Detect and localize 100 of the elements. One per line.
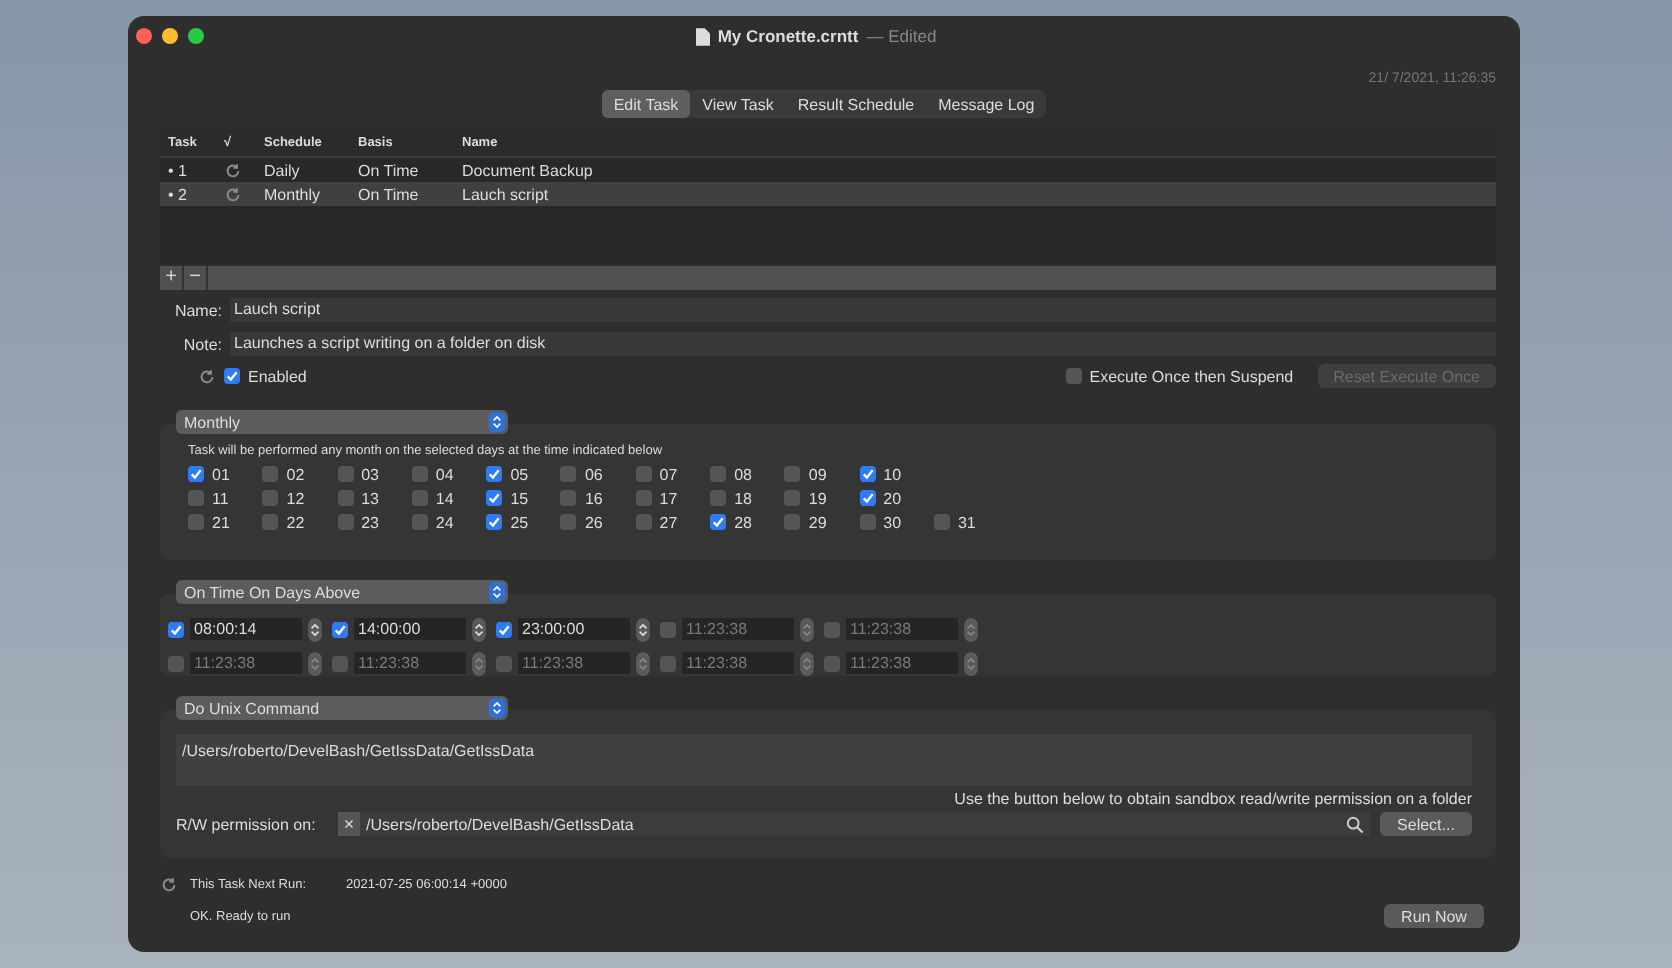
day-label: 29: [808, 513, 827, 531]
checkbox[interactable]: [784, 490, 801, 506]
day-label: 24: [435, 513, 454, 531]
table-row[interactable]: • 2 Monthly On Time Lauch script: [160, 182, 1496, 206]
tab[interactable]: Edit Task: [601, 90, 691, 118]
checkbox[interactable]: [784, 514, 801, 530]
day-label: 31: [957, 513, 976, 531]
checkbox[interactable]: [188, 514, 204, 530]
command-field[interactable]: /Users/roberto/DevelBash/GetIssData/GetIssData: [176, 734, 1472, 786]
time-field[interactable]: 11:23:38: [518, 652, 630, 674]
close-button[interactable]: [136, 28, 152, 44]
tab[interactable]: View Task: [690, 90, 786, 118]
checkbox[interactable]: [411, 514, 428, 530]
checkbox[interactable]: [224, 368, 240, 384]
checkbox[interactable]: [1065, 368, 1082, 384]
day-label: 10: [883, 465, 902, 483]
checkbox[interactable]: [332, 655, 348, 671]
stepper-icon[interactable]: [636, 617, 650, 641]
stepper-icon[interactable]: [308, 617, 322, 641]
table-cell-text: On Time: [358, 161, 421, 179]
checkbox[interactable]: [411, 466, 428, 482]
time-field[interactable]: 11:23:38: [846, 618, 958, 640]
refresh-icon: [224, 185, 242, 203]
list-edit-button[interactable]: +: [160, 266, 184, 290]
tab[interactable]: Message Log: [926, 90, 1047, 118]
checkbox[interactable]: [635, 514, 652, 530]
day-label: 07: [659, 465, 678, 483]
window-title: My Cronette.crntt: [717, 26, 859, 46]
time-field[interactable]: 11:23:38: [846, 652, 958, 674]
schedule-popup[interactable]: Monthly: [176, 410, 508, 434]
checkbox[interactable]: [188, 490, 204, 506]
time-popup[interactable]: On Time On Days Above: [176, 580, 508, 604]
time-field[interactable]: 11:23:38: [354, 652, 466, 674]
time-field[interactable]: 11:23:38: [682, 652, 794, 674]
day-label: 12: [286, 489, 305, 507]
checkbox[interactable]: [486, 514, 503, 530]
day-label: 20: [883, 489, 902, 507]
checkbox[interactable]: [486, 490, 503, 506]
checkbox[interactable]: [188, 466, 204, 482]
checkbox[interactable]: [824, 621, 840, 637]
day-label: 08: [734, 465, 752, 483]
clear-button[interactable]: ×: [338, 812, 360, 836]
checkbox[interactable]: [635, 490, 652, 506]
checkbox[interactable]: [262, 466, 279, 482]
note-field[interactable]: Launches a script writing on a folder on disk: [230, 332, 1496, 356]
day-label: 17: [659, 489, 678, 507]
checkbox[interactable]: [496, 655, 512, 671]
time-field[interactable]: 14:00:00: [354, 618, 466, 640]
table-cell-text: Monthly: [264, 185, 323, 203]
chevron-icon: [488, 698, 506, 718]
stepper-icon[interactable]: [472, 617, 486, 641]
checkbox[interactable]: [332, 621, 348, 637]
checkbox[interactable]: [337, 490, 354, 506]
day-label: 11: [212, 489, 229, 507]
checkbox[interactable]: [262, 514, 279, 530]
checkbox[interactable]: [486, 466, 503, 482]
select-button[interactable]: Select...: [1380, 812, 1472, 836]
time-field[interactable]: 11:23:38: [190, 652, 302, 674]
checkbox[interactable]: [859, 490, 876, 506]
table-row[interactable]: • 1 Daily On Time Document Backup: [160, 158, 1496, 182]
time-field[interactable]: 08:00:14: [190, 618, 302, 640]
checkbox[interactable]: [710, 490, 727, 506]
checkbox[interactable]: [411, 490, 428, 506]
checkbox[interactable]: [859, 466, 876, 482]
run-now-button[interactable]: Run Now: [1384, 904, 1484, 928]
field-label: Name:: [172, 301, 224, 319]
search-icon[interactable]: [1346, 815, 1364, 833]
table-cell-text: Document Backup: [462, 161, 595, 179]
checkbox[interactable]: [262, 490, 279, 506]
tab[interactable]: Result Schedule: [785, 90, 927, 118]
day-label: 18: [734, 489, 752, 507]
day-label: 02: [286, 465, 305, 483]
minimize-button[interactable]: [162, 28, 178, 44]
name-field[interactable]: Lauch script: [230, 298, 1496, 322]
checkbox[interactable]: [337, 514, 354, 530]
checkbox[interactable]: [710, 466, 727, 482]
action-popup[interactable]: Do Unix Command: [176, 696, 508, 720]
path-field[interactable]: × /Users/roberto/DevelBash/GetIssData: [338, 812, 1370, 836]
checkbox[interactable]: [496, 621, 512, 637]
day-label: 25: [510, 513, 529, 531]
checkbox[interactable]: [560, 514, 577, 530]
path-text: /Users/roberto/DevelBash/GetIssData: [366, 815, 636, 833]
checkbox[interactable]: [824, 655, 840, 671]
checkbox[interactable]: [933, 514, 950, 530]
checkbox[interactable]: [560, 490, 577, 506]
checkbox[interactable]: [710, 514, 727, 530]
checkbox[interactable]: [168, 621, 184, 637]
checkbox[interactable]: [635, 466, 652, 482]
checkbox[interactable]: [337, 466, 354, 482]
time-field[interactable]: 11:23:38: [682, 618, 794, 640]
day-label: 04: [435, 465, 454, 483]
list-edit-button[interactable]: −: [184, 266, 208, 290]
checkbox[interactable]: [560, 466, 577, 482]
checkbox[interactable]: [168, 655, 184, 671]
time-field[interactable]: 23:00:00: [518, 618, 630, 640]
checkbox[interactable]: [660, 655, 676, 671]
checkbox[interactable]: [660, 621, 676, 637]
checkbox[interactable]: [859, 514, 876, 530]
zoom-button[interactable]: [188, 28, 204, 44]
checkbox[interactable]: [784, 466, 801, 482]
